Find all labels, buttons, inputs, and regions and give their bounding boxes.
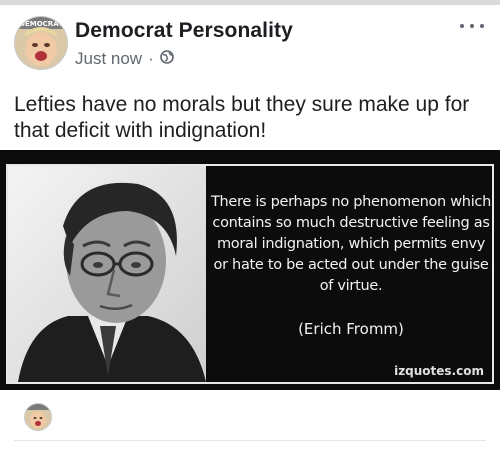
quote-image[interactable]: There is perhaps no phenomenon which con… bbox=[0, 150, 500, 390]
portrait-photo bbox=[8, 166, 206, 382]
globe-icon bbox=[159, 49, 174, 69]
post-meta: Just now · bbox=[75, 49, 174, 69]
commenter-avatar[interactable] bbox=[24, 403, 52, 431]
quote-text: There is perhaps no phenomenon which con… bbox=[210, 194, 491, 294]
post-text: Lefties have no morals but they sure mak… bbox=[14, 93, 470, 142]
author-avatar[interactable]: DEMOCRAT bbox=[14, 16, 68, 70]
author-name[interactable]: Democrat Personality bbox=[75, 19, 293, 43]
avatar-badge-text: DEMOCRAT bbox=[19, 20, 63, 28]
more-options-icon[interactable] bbox=[460, 18, 484, 34]
quote-author: (Erich Fromm) bbox=[298, 320, 404, 338]
bottom-divider bbox=[14, 440, 486, 441]
watermark: izquotes.com bbox=[394, 364, 484, 378]
timestamp[interactable]: Just now bbox=[75, 49, 142, 69]
top-border bbox=[0, 0, 500, 5]
post-header: DEMOCRAT Democrat Personality Just now · bbox=[14, 14, 486, 72]
meta-separator: · bbox=[148, 49, 154, 68]
